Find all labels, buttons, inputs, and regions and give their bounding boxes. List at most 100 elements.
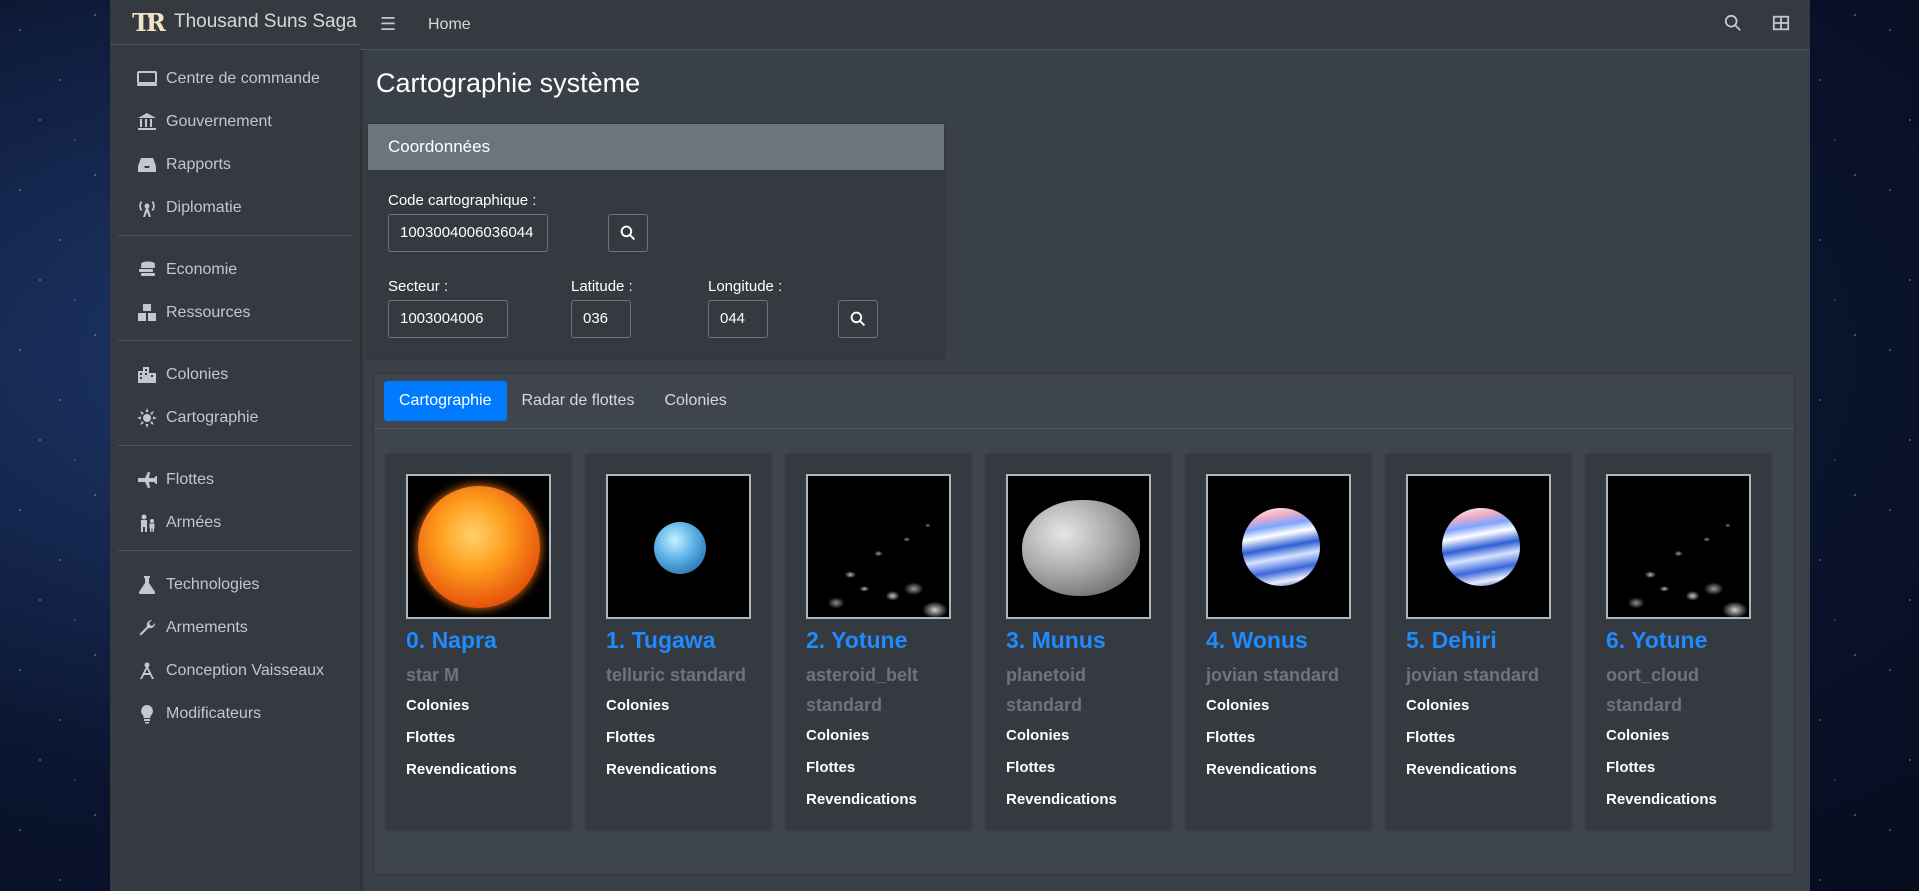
planet-card: 2. Yotune asteroid_belt standard Colonie… xyxy=(786,454,971,830)
landmark-icon xyxy=(136,111,158,133)
planet-type: planetoid standard xyxy=(1006,665,1086,715)
brand-logo: ТR xyxy=(132,7,166,37)
coords-search-button[interactable] xyxy=(838,300,878,338)
broadcast-icon xyxy=(136,197,158,219)
sidebar-item-label: Gouvernement xyxy=(166,112,272,130)
tab-colonies[interactable]: Colonies xyxy=(649,381,741,421)
planet-fleets-link[interactable]: Flottes xyxy=(1606,752,1751,784)
planet-fleets-link[interactable]: Flottes xyxy=(606,722,751,754)
planet-image[interactable] xyxy=(806,474,951,619)
planet-colonies-link[interactable]: Colonies xyxy=(606,690,751,722)
drafting-compass-icon xyxy=(136,660,158,682)
planet-claims-link[interactable]: Revendications xyxy=(1606,784,1751,816)
coins-icon xyxy=(136,259,158,281)
planet-image[interactable] xyxy=(1406,474,1551,619)
sidebar-item-label: Armements xyxy=(166,618,248,636)
sidebar-item-diplomatie[interactable]: Diplomatie xyxy=(118,186,352,229)
sidebar-item-gouvernement[interactable]: Gouvernement xyxy=(118,100,352,143)
planet-name-link[interactable]: 1. Tugawa xyxy=(606,627,751,654)
inbox-icon xyxy=(136,154,158,176)
planet-claims-link[interactable]: Revendications xyxy=(806,784,951,816)
flask-icon xyxy=(136,574,158,596)
planet-image[interactable] xyxy=(1206,474,1351,619)
planet-name-link[interactable]: 5. Dehiri xyxy=(1406,627,1551,654)
planet-name-link[interactable]: 4. Wonus xyxy=(1206,627,1351,654)
coordinates-card-header: Coordonnées xyxy=(368,124,944,170)
planet-fleets-link[interactable]: Flottes xyxy=(1006,752,1151,784)
longitude-label: Longitude : xyxy=(708,278,783,295)
sidebar-item-armees[interactable]: Armées xyxy=(118,501,352,544)
planet-name-link[interactable]: 2. Yotune xyxy=(806,627,951,654)
planet-fleets-link[interactable]: Flottes xyxy=(1206,722,1351,754)
planet-name-link[interactable]: 3. Munus xyxy=(1006,627,1151,654)
sidebar-item-flottes[interactable]: Flottes xyxy=(118,458,352,501)
sidebar-item-technologies[interactable]: Technologies xyxy=(118,563,352,606)
system-tabs-card: Cartographie Radar de flottes Colonies 0… xyxy=(374,374,1794,874)
sidebar-item-label: Centre de commande xyxy=(166,69,320,87)
hamburger-menu-icon[interactable]: ☰ xyxy=(380,14,400,35)
planet-name-link[interactable]: 6. Yotune xyxy=(1606,627,1751,654)
city-icon xyxy=(136,364,158,386)
asteroid-belt-image xyxy=(808,476,949,617)
sidebar-item-armements[interactable]: Armements xyxy=(118,606,352,649)
wrench-icon xyxy=(136,617,158,639)
planet-name-link[interactable]: 0. Napra xyxy=(406,627,551,654)
planet-card: 0. Napra star M Colonies Flottes Revendi… xyxy=(386,454,571,830)
planet-image[interactable] xyxy=(606,474,751,619)
sidebar-item-ressources[interactable]: Ressources xyxy=(118,291,352,334)
topbar: ☰ Home xyxy=(360,0,1810,50)
planet-card: 6. Yotune oort_cloud standard Colonies F… xyxy=(1586,454,1771,830)
planet-image[interactable] xyxy=(406,474,551,619)
planet-card: 1. Tugawa telluric standard Colonies Flo… xyxy=(586,454,771,830)
longitude-input[interactable]: 044 xyxy=(708,300,768,338)
search-icon xyxy=(850,311,866,327)
planet-colonies-link[interactable]: Colonies xyxy=(1606,720,1751,752)
planet-colonies-link[interactable]: Colonies xyxy=(806,720,951,752)
sidebar-item-conception-vaisseaux[interactable]: Conception Vaisseaux xyxy=(118,649,352,692)
planet-colonies-link[interactable]: Colonies xyxy=(1406,690,1551,722)
fullscreen-grid-icon[interactable] xyxy=(1770,12,1792,34)
telluric-planet-image xyxy=(654,522,706,574)
planet-card: 4. Wonus jovian standard Colonies Flotte… xyxy=(1186,454,1371,830)
sidebar-item-colonies[interactable]: Colonies xyxy=(118,353,352,396)
planet-type: asteroid_belt standard xyxy=(806,665,919,715)
sidebar-item-modificateurs[interactable]: Modificateurs xyxy=(118,692,352,735)
planet-list: 0. Napra star M Colonies Flottes Revendi… xyxy=(386,454,1771,830)
app-window: ТR Thousand Suns Saga Centre de commande… xyxy=(110,0,1810,891)
sidebar-item-centre-de-commande[interactable]: Centre de commande xyxy=(118,57,352,100)
planet-claims-link[interactable]: Revendications xyxy=(606,754,751,786)
sidebar-item-cartographie[interactable]: Cartographie xyxy=(118,396,352,439)
planet-colonies-link[interactable]: Colonies xyxy=(1006,720,1151,752)
sidebar-item-economie[interactable]: Economie xyxy=(118,248,352,291)
planet-fleets-link[interactable]: Flottes xyxy=(1406,722,1551,754)
planet-image[interactable] xyxy=(1006,474,1151,619)
brand[interactable]: ТR Thousand Suns Saga xyxy=(110,0,360,45)
planet-colonies-link[interactable]: Colonies xyxy=(1206,690,1351,722)
sector-input[interactable]: 1003004006 xyxy=(388,300,508,338)
sun-icon xyxy=(136,407,158,429)
planet-claims-link[interactable]: Revendications xyxy=(1006,784,1151,816)
planet-fleets-link[interactable]: Flottes xyxy=(806,752,951,784)
planet-colonies-link[interactable]: Colonies xyxy=(406,690,551,722)
tab-radar-de-flottes[interactable]: Radar de flottes xyxy=(507,381,650,421)
sidebar-item-rapports[interactable]: Rapports xyxy=(118,143,352,186)
planet-type: star M xyxy=(406,665,460,685)
nav-group: Technologies Armements Conception Vaisse… xyxy=(118,559,352,741)
tab-cartographie[interactable]: Cartographie xyxy=(384,381,507,421)
nav-home-link[interactable]: Home xyxy=(428,16,471,34)
sidebar-item-label: Colonies xyxy=(166,365,229,383)
latitude-input[interactable]: 036 xyxy=(571,300,631,338)
nav-group: Colonies Cartographie xyxy=(118,349,352,446)
planet-image[interactable] xyxy=(1606,474,1751,619)
planet-type: jovian standard xyxy=(1406,665,1540,685)
planet-claims-link[interactable]: Revendications xyxy=(1206,754,1351,786)
sidebar-item-label: Modificateurs xyxy=(166,704,262,722)
planet-fleets-link[interactable]: Flottes xyxy=(406,722,551,754)
planet-type: jovian standard xyxy=(1206,665,1340,685)
monitor-icon xyxy=(136,68,158,90)
map-code-search-button[interactable] xyxy=(608,214,648,252)
map-code-input[interactable]: 1003004006036044 xyxy=(388,214,548,252)
planet-claims-link[interactable]: Revendications xyxy=(406,754,551,786)
search-icon[interactable] xyxy=(1722,12,1744,34)
planet-claims-link[interactable]: Revendications xyxy=(1406,754,1551,786)
